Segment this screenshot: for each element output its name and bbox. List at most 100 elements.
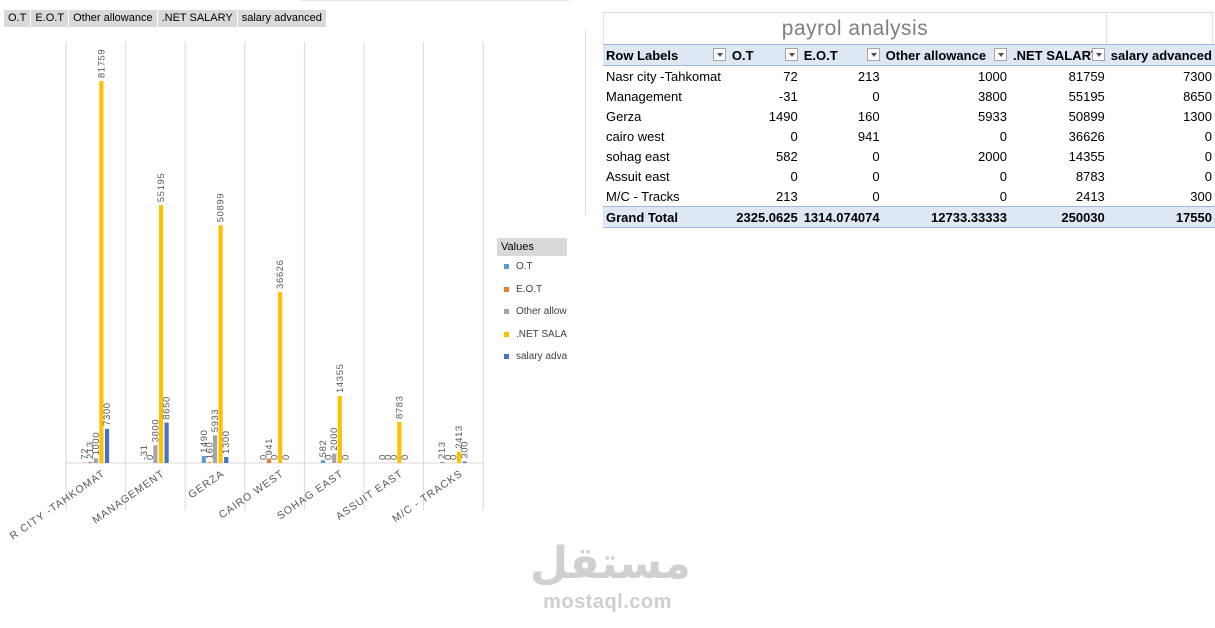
cell-other-allowance[interactable]: 2000 (883, 146, 1010, 166)
header-salary-advanced[interactable]: salary advanced (1107, 44, 1215, 66)
title-cell-divider (1106, 13, 1107, 44)
cell-salary-advanced[interactable]: 0 (1108, 126, 1215, 146)
cell-net-salary[interactable]: 55195 (1010, 86, 1108, 106)
bar--net-salary (278, 291, 283, 463)
row-label[interactable]: cairo west (603, 126, 729, 146)
table-row[interactable]: Management -31 0 3800 55195 8650 (603, 86, 1215, 106)
bar-o-t (440, 462, 445, 463)
header-eot[interactable]: E.O.T (800, 44, 883, 66)
filter-dropdown-icon[interactable] (1091, 48, 1105, 61)
row-label[interactable]: sohag east (603, 146, 729, 166)
header-other-allowance[interactable]: Other allowance (882, 44, 1010, 66)
field-button-other-allowance[interactable]: Other allowance (69, 10, 158, 27)
row-label[interactable]: Assuit east (603, 166, 729, 186)
table-row[interactable]: sohag east 582 0 2000 14355 0 (603, 146, 1215, 166)
cell-eot[interactable]: 941 (801, 126, 883, 146)
header-net-salary[interactable]: .NET SALARY (1009, 44, 1108, 66)
total-net-salary[interactable]: 250030 (1009, 206, 1108, 228)
table-row[interactable]: Assuit east 0 0 0 8783 0 (603, 166, 1215, 186)
x-tick-label: GERZA (186, 468, 227, 501)
grand-total-row[interactable]: Grand Total 2325.0625 1314.074074 12733.… (603, 206, 1215, 228)
data-label: 50899 (216, 193, 227, 222)
row-label[interactable]: Nasr city -Tahkomat (603, 66, 729, 87)
cell-net-salary[interactable]: 50899 (1010, 106, 1108, 126)
cell-ot[interactable]: 213 (729, 186, 801, 207)
cell-salary-advanced[interactable]: 300 (1108, 186, 1215, 207)
cell-other-allowance[interactable]: 0 (883, 126, 1010, 146)
total-salary-advanced[interactable]: 17550 (1107, 206, 1215, 228)
data-label: 55195 (156, 173, 167, 202)
watermark-latin: mostaql.com (543, 591, 672, 613)
header-ot[interactable]: O.T (728, 44, 801, 66)
header-row-labels[interactable]: Row Labels (603, 44, 729, 66)
cell-salary-advanced[interactable]: 0 (1108, 146, 1215, 166)
cell-net-salary[interactable]: 36626 (1010, 126, 1108, 146)
field-button-eot[interactable]: E.O.T (31, 10, 70, 27)
field-button-net-salary[interactable]: .NET SALARY (157, 10, 238, 27)
legend-label: Other allow (516, 306, 567, 317)
row-label[interactable]: Management (603, 86, 729, 106)
bar-other-allowance (212, 435, 218, 463)
cell-ot[interactable]: 582 (729, 146, 801, 166)
legend-swatch-icon (504, 286, 509, 292)
cell-eot[interactable]: 0 (801, 186, 883, 207)
cell-ot[interactable]: 72 (729, 66, 801, 87)
cell-eot[interactable]: 213 (801, 66, 883, 87)
cell-other-allowance[interactable]: 1000 (883, 66, 1010, 87)
x-tick-label: R CITY -TAHKOMAT (8, 468, 108, 543)
cell-net-salary[interactable]: 2413 (1010, 186, 1108, 207)
total-ot[interactable]: 2325.0625 (728, 206, 801, 228)
field-button-salary-advanced[interactable]: salary advanced (237, 10, 327, 27)
cell-other-allowance[interactable]: 0 (883, 186, 1010, 207)
legend-item-other-allowance[interactable]: Other allow (497, 301, 567, 324)
cell-net-salary[interactable]: 14355 (1010, 146, 1108, 166)
pivot-bar-chart[interactable]: 72 -31 14900 582 0 213213 0 160 9410 0 010003800 59… (0, 30, 570, 570)
data-label: 941 (264, 438, 275, 456)
total-other-allowance[interactable]: 12733.33333 (882, 206, 1010, 228)
data-label: 1300 (221, 430, 232, 454)
legend-item-net-salary[interactable]: .NET SALAR (497, 324, 567, 347)
row-label[interactable]: M/C - Tracks (603, 186, 729, 207)
cell-other-allowance[interactable]: 3800 (883, 86, 1010, 106)
header-label: salary advanced (1110, 47, 1212, 63)
bar-other-allowance (332, 453, 337, 463)
cell-eot[interactable]: 0 (801, 86, 883, 106)
data-label: 8650 (162, 396, 173, 420)
legend-item-ot[interactable]: O.T (497, 256, 567, 279)
table-row[interactable]: Nasr city -Tahkomat 72 213 1000 81759 73… (603, 66, 1215, 87)
total-eot[interactable]: 1314.074074 (800, 206, 883, 228)
cell-eot[interactable]: 160 (801, 106, 883, 126)
bar-salary-advanced (164, 422, 169, 463)
cell-ot[interactable]: 1490 (729, 106, 801, 126)
filter-dropdown-icon[interactable] (784, 48, 798, 61)
cell-eot[interactable]: 0 (801, 146, 883, 166)
pivot-table[interactable]: Row Labels O.T E.O.T Other allowance .NE… (603, 44, 1215, 228)
cell-eot[interactable]: 0 (801, 166, 883, 186)
cell-salary-advanced[interactable]: 0 (1108, 166, 1215, 186)
chart-legend[interactable]: Values O.T E.O.T Other allow .NET SALAR … (497, 238, 567, 369)
filter-dropdown-icon[interactable] (993, 48, 1007, 61)
table-row[interactable]: M/C - Tracks 213 0 0 2413 300 (603, 186, 1215, 207)
pivot-header-row: Row Labels O.T E.O.T Other allowance .NE… (603, 44, 1215, 66)
cell-ot[interactable]: 0 (729, 166, 801, 186)
row-label[interactable]: Gerza (603, 106, 729, 126)
header-label: .NET SALARY (1012, 47, 1100, 63)
legend-item-salary-advanced[interactable]: salary adva (497, 346, 567, 369)
filter-dropdown-icon[interactable] (712, 48, 726, 61)
filter-dropdown-icon[interactable] (866, 48, 880, 61)
cell-other-allowance[interactable]: 0 (883, 166, 1010, 186)
field-button-ot[interactable]: O.T (4, 10, 32, 27)
cell-salary-advanced[interactable]: 8650 (1108, 86, 1215, 106)
cell-salary-advanced[interactable]: 1300 (1108, 106, 1215, 126)
table-row[interactable]: Gerza 1490 160 5933 50899 1300 (603, 106, 1215, 126)
cell-ot[interactable]: -31 (729, 86, 801, 106)
cell-other-allowance[interactable]: 5933 (883, 106, 1010, 126)
bar-e-o-t (207, 462, 212, 463)
table-row[interactable]: cairo west 0 941 0 36626 0 (603, 126, 1215, 146)
legend-item-eot[interactable]: E.O.T (497, 279, 567, 302)
cell-ot[interactable]: 0 (729, 126, 801, 146)
cell-salary-advanced[interactable]: 7300 (1108, 66, 1215, 87)
cell-net-salary[interactable]: 8783 (1010, 166, 1108, 186)
row-label[interactable]: Grand Total (603, 206, 729, 228)
cell-net-salary[interactable]: 81759 (1010, 66, 1108, 87)
